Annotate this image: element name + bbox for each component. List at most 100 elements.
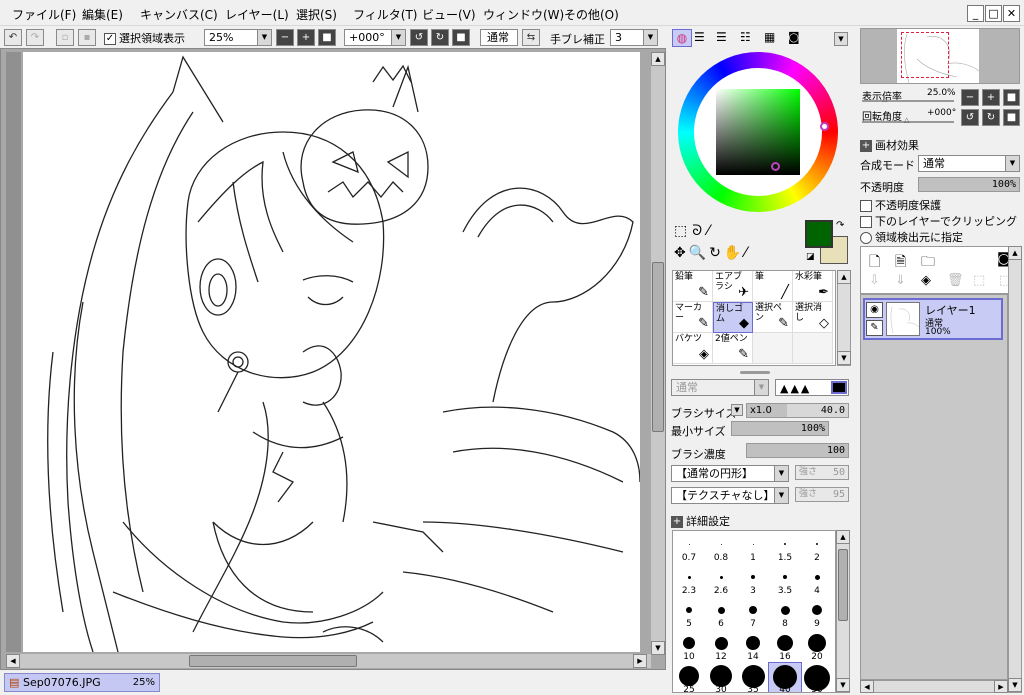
brush-edge-selector[interactable]: ▲▲▲ [775,379,849,396]
rect-select-icon[interactable]: ⬚ [674,223,692,239]
zoom-reset-button[interactable]: ■ [318,29,336,46]
brush-size-cell[interactable]: 25 [673,663,705,692]
scroll-down-button[interactable]: ▼ [836,678,850,692]
close-button[interactable]: ✕ [1003,5,1020,22]
layer-list-hscrollbar[interactable]: ◀ ▶ [860,680,1008,693]
tool-bucket[interactable]: バケツ ◈ [673,333,713,364]
navigator-preview[interactable] [860,28,1020,84]
nav-zoom-in-button[interactable]: + [982,89,1000,106]
transfer-down-icon[interactable]: ⇩ [869,273,880,288]
brush-size-cell[interactable]: 2.3 [673,564,705,597]
zoom-in-button[interactable]: + [297,29,315,46]
brush-size-cell[interactable]: 40 [768,662,802,692]
canvas-horizontal-scrollbar[interactable]: ◀ ▶ [6,654,651,668]
menu-file[interactable]: ファイル(F) [12,6,76,23]
reset-colors-icon[interactable]: ◪ [806,252,815,262]
show-selection-toggle[interactable]: ✓ 選択領域表示 [104,30,185,46]
menu-window[interactable]: ウィンドウ(W) [483,6,564,23]
size-grid-scrollbar[interactable]: ▲ ▼ [836,530,850,693]
tool-select-erase[interactable]: 選択消し ◇ [793,302,833,333]
tool-grid-scrollbar[interactable]: ▲ ▼ [837,270,851,366]
tool-select-pen[interactable]: 選択ペン ✎ [753,302,793,333]
delete-layer-icon[interactable]: 🗑 [947,273,964,288]
layer-brush-icon[interactable]: ✎ [866,320,883,336]
brush-size-cell[interactable]: 30 [705,663,737,692]
protect-opacity-toggle[interactable]: 不透明度保護 [860,197,941,213]
lasso-icon[interactable]: ᘐ [692,223,707,239]
drawing-canvas[interactable] [23,52,640,652]
brush-size-cell[interactable]: 10 [673,630,705,663]
brush-size-cell[interactable]: 3.5 [769,564,801,597]
brush-size-cell[interactable]: 35 [737,663,769,692]
nav-zoom-out-button[interactable]: − [961,89,979,106]
hsv-sliders-tab[interactable]: ☰ [716,31,727,43]
rotate-icon[interactable]: ↻ [709,245,724,261]
undo-button[interactable]: ↶ [4,29,22,46]
brush-size-cell[interactable]: 50 [801,663,833,692]
user-swatches-tab[interactable]: ▦ [764,31,775,43]
tool-airbrush[interactable]: エアブラシ ✈ [713,271,753,302]
rgb-sliders-tab[interactable]: ☰ [694,31,705,43]
panel-splitter[interactable] [740,371,770,374]
brush-size-cell[interactable]: 0.8 [705,531,737,564]
canvas-vertical-scrollbar[interactable]: ▲ ▼ [651,52,665,655]
brush-shape-select[interactable]: 【通常の円形】 ▼ [671,465,789,482]
stabilizer-select[interactable]: 3 ▼ [610,29,658,46]
saturation-value-square[interactable] [716,89,800,175]
brush-blend-select[interactable]: 通常 ▼ [671,379,769,396]
hue-ring[interactable] [678,52,838,212]
selection-source-toggle[interactable]: 領域検出元に指定 [860,229,963,245]
menu-view[interactable]: ビュー(V) [422,6,476,23]
clipping-toggle[interactable]: 下のレイヤーでクリッピング [860,213,1017,229]
scroll-up-button[interactable]: ▲ [836,530,850,544]
scroll-up-button[interactable]: ▲ [651,52,665,66]
hand-icon[interactable]: ✋ [724,245,744,261]
tool-marker[interactable]: マーカー ✎ [673,302,713,333]
nav-zoom-reset-button[interactable]: ■ [1003,89,1020,106]
zoom-select[interactable]: 25% ▼ [204,29,272,46]
deselect-button[interactable]: ▫ [56,29,74,46]
brush-size-menu[interactable]: ▼ [731,404,743,416]
tool-pencil[interactable]: 鉛筆 ✎ [673,271,713,302]
scroll-left-button[interactable]: ◀ [6,654,20,668]
scroll-down-button[interactable]: ▼ [651,641,665,655]
brush-size-slider[interactable]: x1.0 40.0 [746,403,849,418]
new-layer-icon[interactable]: 🗋 [869,251,880,275]
merge-down-icon[interactable]: ⇓ [895,273,906,288]
navigator-viewport-rect[interactable] [901,32,949,78]
brush-size-cell[interactable]: 8 [769,597,801,630]
magic-wand-icon[interactable]: ⁄ [707,223,714,239]
eyedropper-icon[interactable]: ⁄ [744,245,749,261]
layer-blend-select[interactable]: 通常 ▼ [918,155,1020,172]
color-wheel-tab[interactable]: ◍ [672,29,692,47]
menu-filter[interactable]: フィルタ(T) [353,6,417,23]
minimize-button[interactable]: _ [967,5,984,22]
layer-action-icon[interactable]: ⬚ [973,273,985,288]
menu-canvas[interactable]: キャンバス(C) [140,6,218,23]
rotation-select[interactable]: +000° ▼ [344,29,406,46]
brush-size-cell[interactable]: 20 [801,630,833,663]
min-size-slider[interactable]: 100% [731,421,829,436]
flip-horizontal-button[interactable]: ⇆ [522,29,540,46]
radio-icon[interactable] [860,232,872,244]
tool-watercolor[interactable]: 水彩筆 ✒ [793,271,833,302]
vertical-scroll-thumb[interactable] [652,262,664,432]
texture-strength-slider[interactable]: 強さ 95 [795,487,849,502]
maximize-button[interactable]: □ [985,5,1002,22]
swap-colors-icon[interactable]: ↷ [836,220,844,231]
menu-layer[interactable]: レイヤー(L) [225,6,289,23]
brush-size-cell[interactable]: 2.6 [705,564,737,597]
brush-size-cell[interactable]: 3 [737,564,769,597]
nav-rotate-slider[interactable]: △ [862,116,954,124]
brush-size-cell[interactable]: 7 [737,597,769,630]
brush-texture-select[interactable]: 【テクスチャなし】 ▼ [671,487,789,504]
tool-brush[interactable]: 筆 ╱ [753,271,793,302]
menu-other[interactable]: その他(O) [564,6,619,23]
nav-rotate-cw-button[interactable]: ↻ [982,109,1000,126]
tool-binary-pen[interactable]: 2値ペン ✎ [713,333,753,364]
advanced-settings-toggle[interactable]: + 詳細設定 [671,513,730,529]
visibility-eye-icon[interactable]: ◉ [866,302,883,318]
redo-button[interactable]: ↷ [26,29,44,46]
nav-rotate-reset-button[interactable]: ■ [1003,109,1020,126]
sv-picker-marker[interactable] [771,162,780,171]
